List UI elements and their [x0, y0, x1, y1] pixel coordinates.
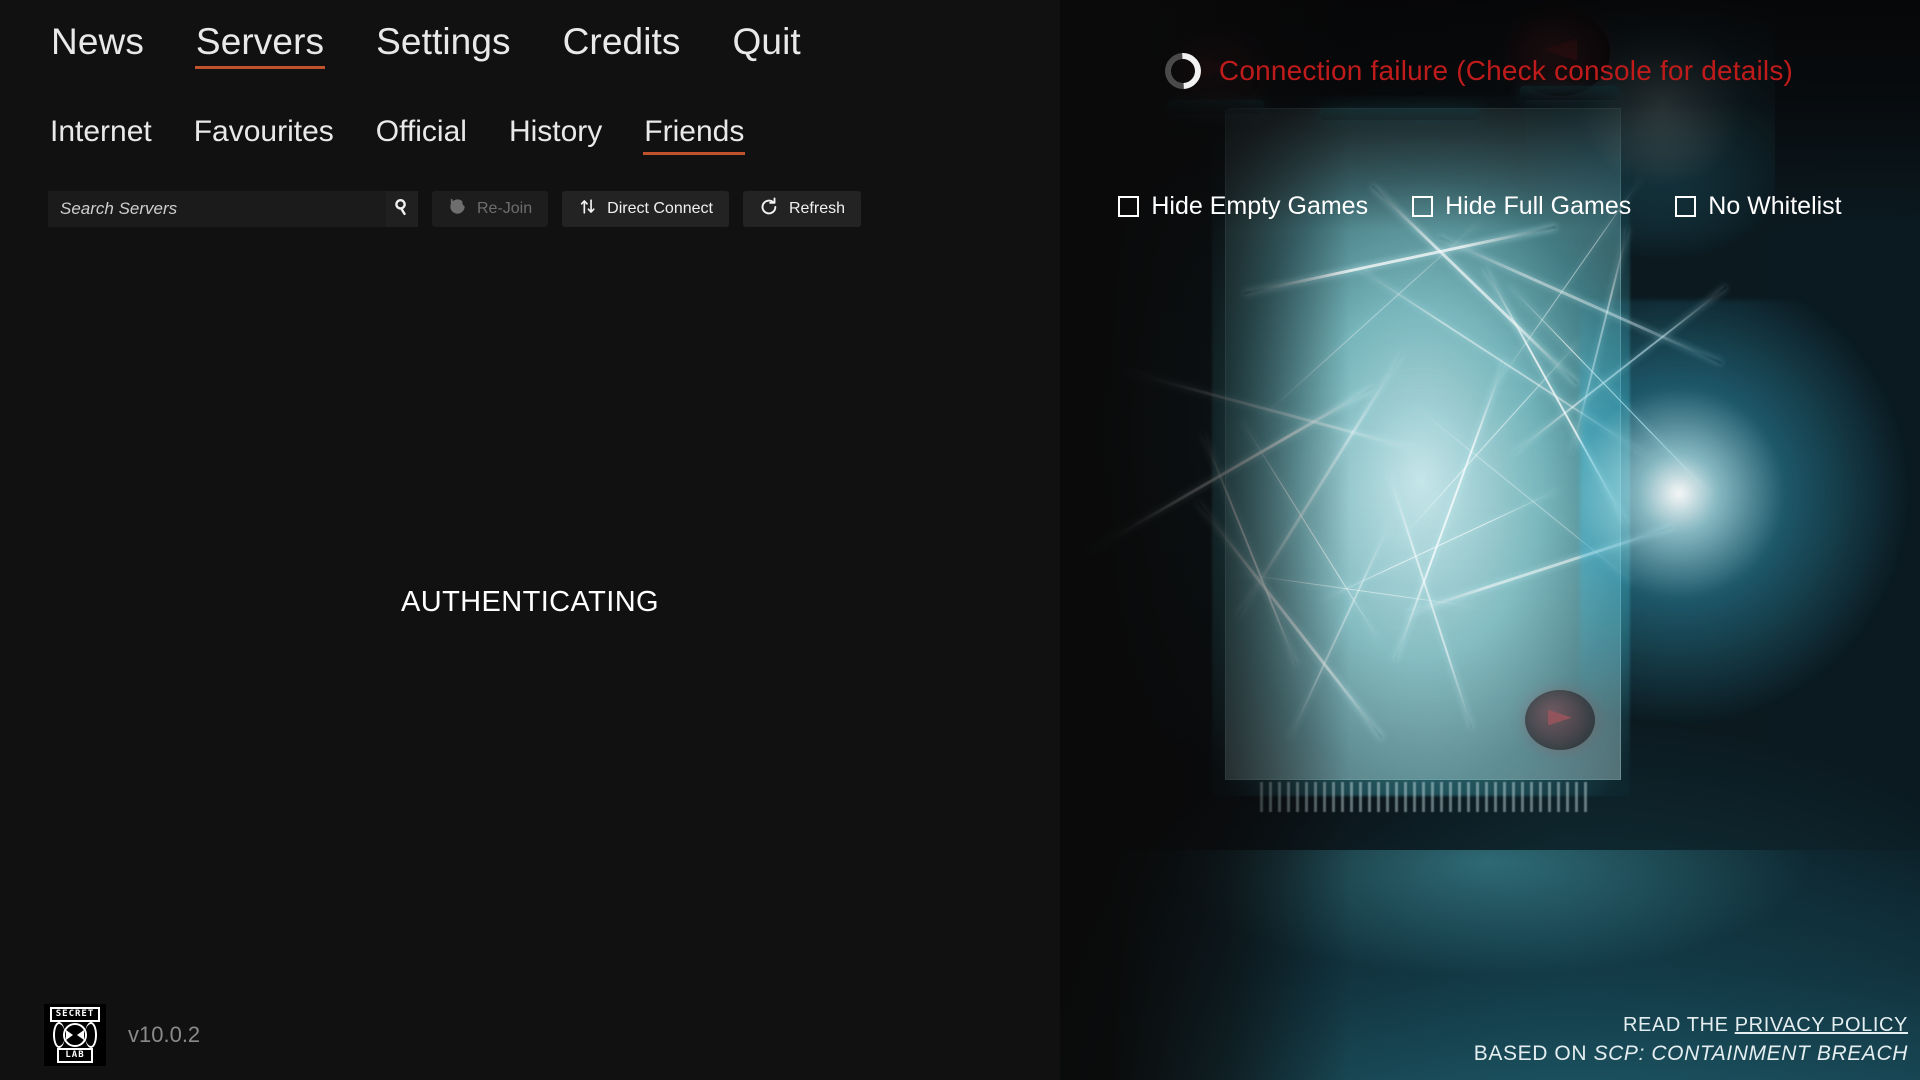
filter-no-whitelist[interactable]: No Whitelist	[1675, 192, 1842, 221]
nav-item-credits[interactable]: Credits	[560, 22, 684, 71]
connection-status: Connection failure (Check console for de…	[1060, 45, 1898, 97]
filter-label: No Whitelist	[1708, 192, 1842, 220]
privacy-policy-line: READ THE PRIVACY POLICY	[1474, 1014, 1908, 1037]
nav-item-quit[interactable]: Quit	[730, 22, 804, 71]
server-toolbar: Re-Join Direct Connect Refresh	[48, 191, 861, 227]
history-rewind-icon	[448, 197, 467, 221]
subnav-item-official[interactable]: Official	[374, 115, 469, 156]
refresh-button[interactable]: Refresh	[742, 191, 861, 227]
read-the-label: READ THE	[1622, 1014, 1729, 1036]
subnav-item-internet[interactable]: Internet	[48, 115, 154, 156]
filter-label: Hide Empty Games	[1151, 192, 1369, 220]
left-menu-panel: News Servers Settings Credits Quit Internet F…	[0, 0, 1060, 1080]
server-tab-navigation: Internet Favourites Official History Friends	[48, 115, 746, 156]
based-on-label: BASED ON	[1473, 1042, 1588, 1065]
filter-hide-empty-games[interactable]: Hide Empty Games	[1118, 192, 1368, 221]
version-label: v10.0.2	[128, 1022, 201, 1047]
logo-triangle-right	[77, 1030, 84, 1040]
search-servers-group	[48, 191, 418, 227]
checkbox-icon[interactable]	[1118, 196, 1140, 217]
filter-label: Hide Full Games	[1445, 192, 1632, 220]
logo-top-text: SECRET	[49, 1007, 101, 1022]
privacy-policy-link[interactable]: PRIVACY POLICY	[1735, 1014, 1908, 1036]
legal-footer: READ THE PRIVACY POLICY BASED ON SCP: CO…	[1474, 1014, 1908, 1066]
logo-bottom-text: LAB	[57, 1048, 93, 1063]
branding-footer: SECRET LAB v10.0.2	[44, 1004, 200, 1066]
secret-lab-logo-icon: SECRET LAB	[44, 1004, 106, 1066]
magnifier-icon	[393, 198, 412, 220]
subnav-item-history[interactable]: History	[507, 115, 604, 156]
rejoin-label: Re-Join	[477, 200, 533, 217]
direct-connect-label: Direct Connect	[607, 200, 713, 217]
search-input[interactable]	[48, 191, 386, 227]
based-on-line: BASED ON SCP: CONTAINMENT BREACH	[1474, 1042, 1908, 1066]
search-button[interactable]	[386, 191, 418, 227]
nav-item-servers[interactable]: Servers	[193, 22, 327, 71]
checkbox-icon[interactable]	[1675, 196, 1697, 217]
refresh-icon	[759, 197, 779, 222]
main-navigation: News Servers Settings Credits Quit	[48, 22, 804, 71]
logo-emblem	[53, 1022, 97, 1048]
loading-spinner-icon	[1157, 45, 1209, 97]
rejoin-button[interactable]: Re-Join	[432, 191, 549, 227]
server-list-status: AUTHENTICATING	[400, 586, 659, 618]
right-overlay-panel: Connection failure (Check console for de…	[1060, 0, 1920, 1080]
based-on-title: SCP: CONTAINMENT BREACH	[1593, 1042, 1908, 1065]
nav-item-news[interactable]: News	[48, 22, 147, 71]
connection-error-message: Connection failure (Check console for de…	[1218, 55, 1794, 86]
direct-connect-button[interactable]: Direct Connect	[562, 191, 729, 227]
server-filters: Hide Empty Games Hide Full Games No Whitel…	[1060, 192, 1900, 221]
subnav-item-favourites[interactable]: Favourites	[192, 115, 336, 156]
filter-hide-full-games[interactable]: Hide Full Games	[1412, 192, 1631, 221]
up-down-arrows-icon	[578, 197, 597, 221]
subnav-item-friends[interactable]: Friends	[642, 115, 746, 156]
nav-item-settings[interactable]: Settings	[373, 22, 514, 71]
refresh-label: Refresh	[788, 200, 845, 217]
logo-triangle-left	[66, 1030, 73, 1040]
checkbox-icon[interactable]	[1412, 196, 1434, 217]
